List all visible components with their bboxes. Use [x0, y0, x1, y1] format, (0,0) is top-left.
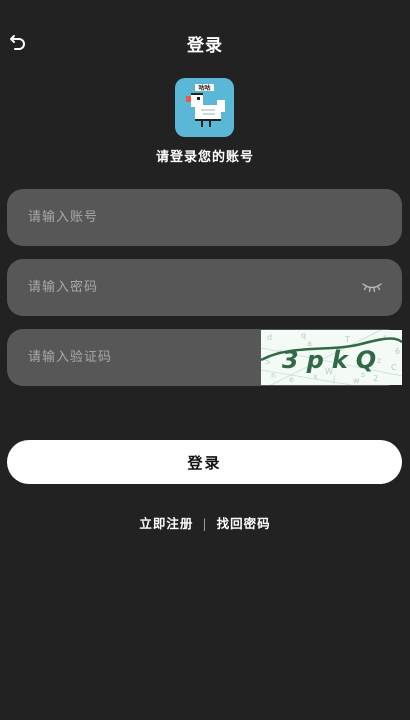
forgot-password-link[interactable]: 找回密码 [217, 516, 271, 531]
svg-text:6: 6 [395, 347, 400, 356]
account-input[interactable] [7, 189, 402, 246]
captcha-text: 3pkQ [282, 346, 384, 374]
app-logo: 咕咕 [175, 78, 234, 137]
logo-badge-text: 咕咕 [198, 84, 210, 92]
login-subtitle: 请登录您的账号 [155, 150, 254, 165]
account-field [7, 189, 402, 246]
svg-text:e: e [289, 375, 294, 384]
captcha-graphic: dun qxW Tsr C2e j w6 zaS 3pkQ [261, 330, 402, 385]
captcha-image[interactable]: dun qxW Tsr C2e jw6 zaS 3pkQ [261, 330, 402, 385]
svg-text:T: T [344, 335, 350, 344]
password-field [7, 259, 402, 316]
svg-text:2: 2 [373, 374, 378, 383]
pixel-pigeon-icon: 咕咕 [186, 84, 225, 127]
login-button[interactable]: 登录 [7, 440, 402, 484]
auth-links: 立即注册 | 找回密码 [0, 513, 410, 532]
page-title: 登录 [187, 36, 223, 56]
register-link[interactable]: 立即注册 [139, 516, 193, 531]
svg-text:q: q [301, 331, 306, 340]
svg-text:C: C [391, 363, 397, 372]
svg-text:d: d [267, 333, 272, 342]
header-bar: 登录 [0, 22, 410, 62]
password-input[interactable] [7, 259, 402, 316]
link-separator: | [202, 516, 208, 531]
svg-text:w: w [353, 376, 360, 385]
eye-closed-icon[interactable] [362, 279, 382, 293]
